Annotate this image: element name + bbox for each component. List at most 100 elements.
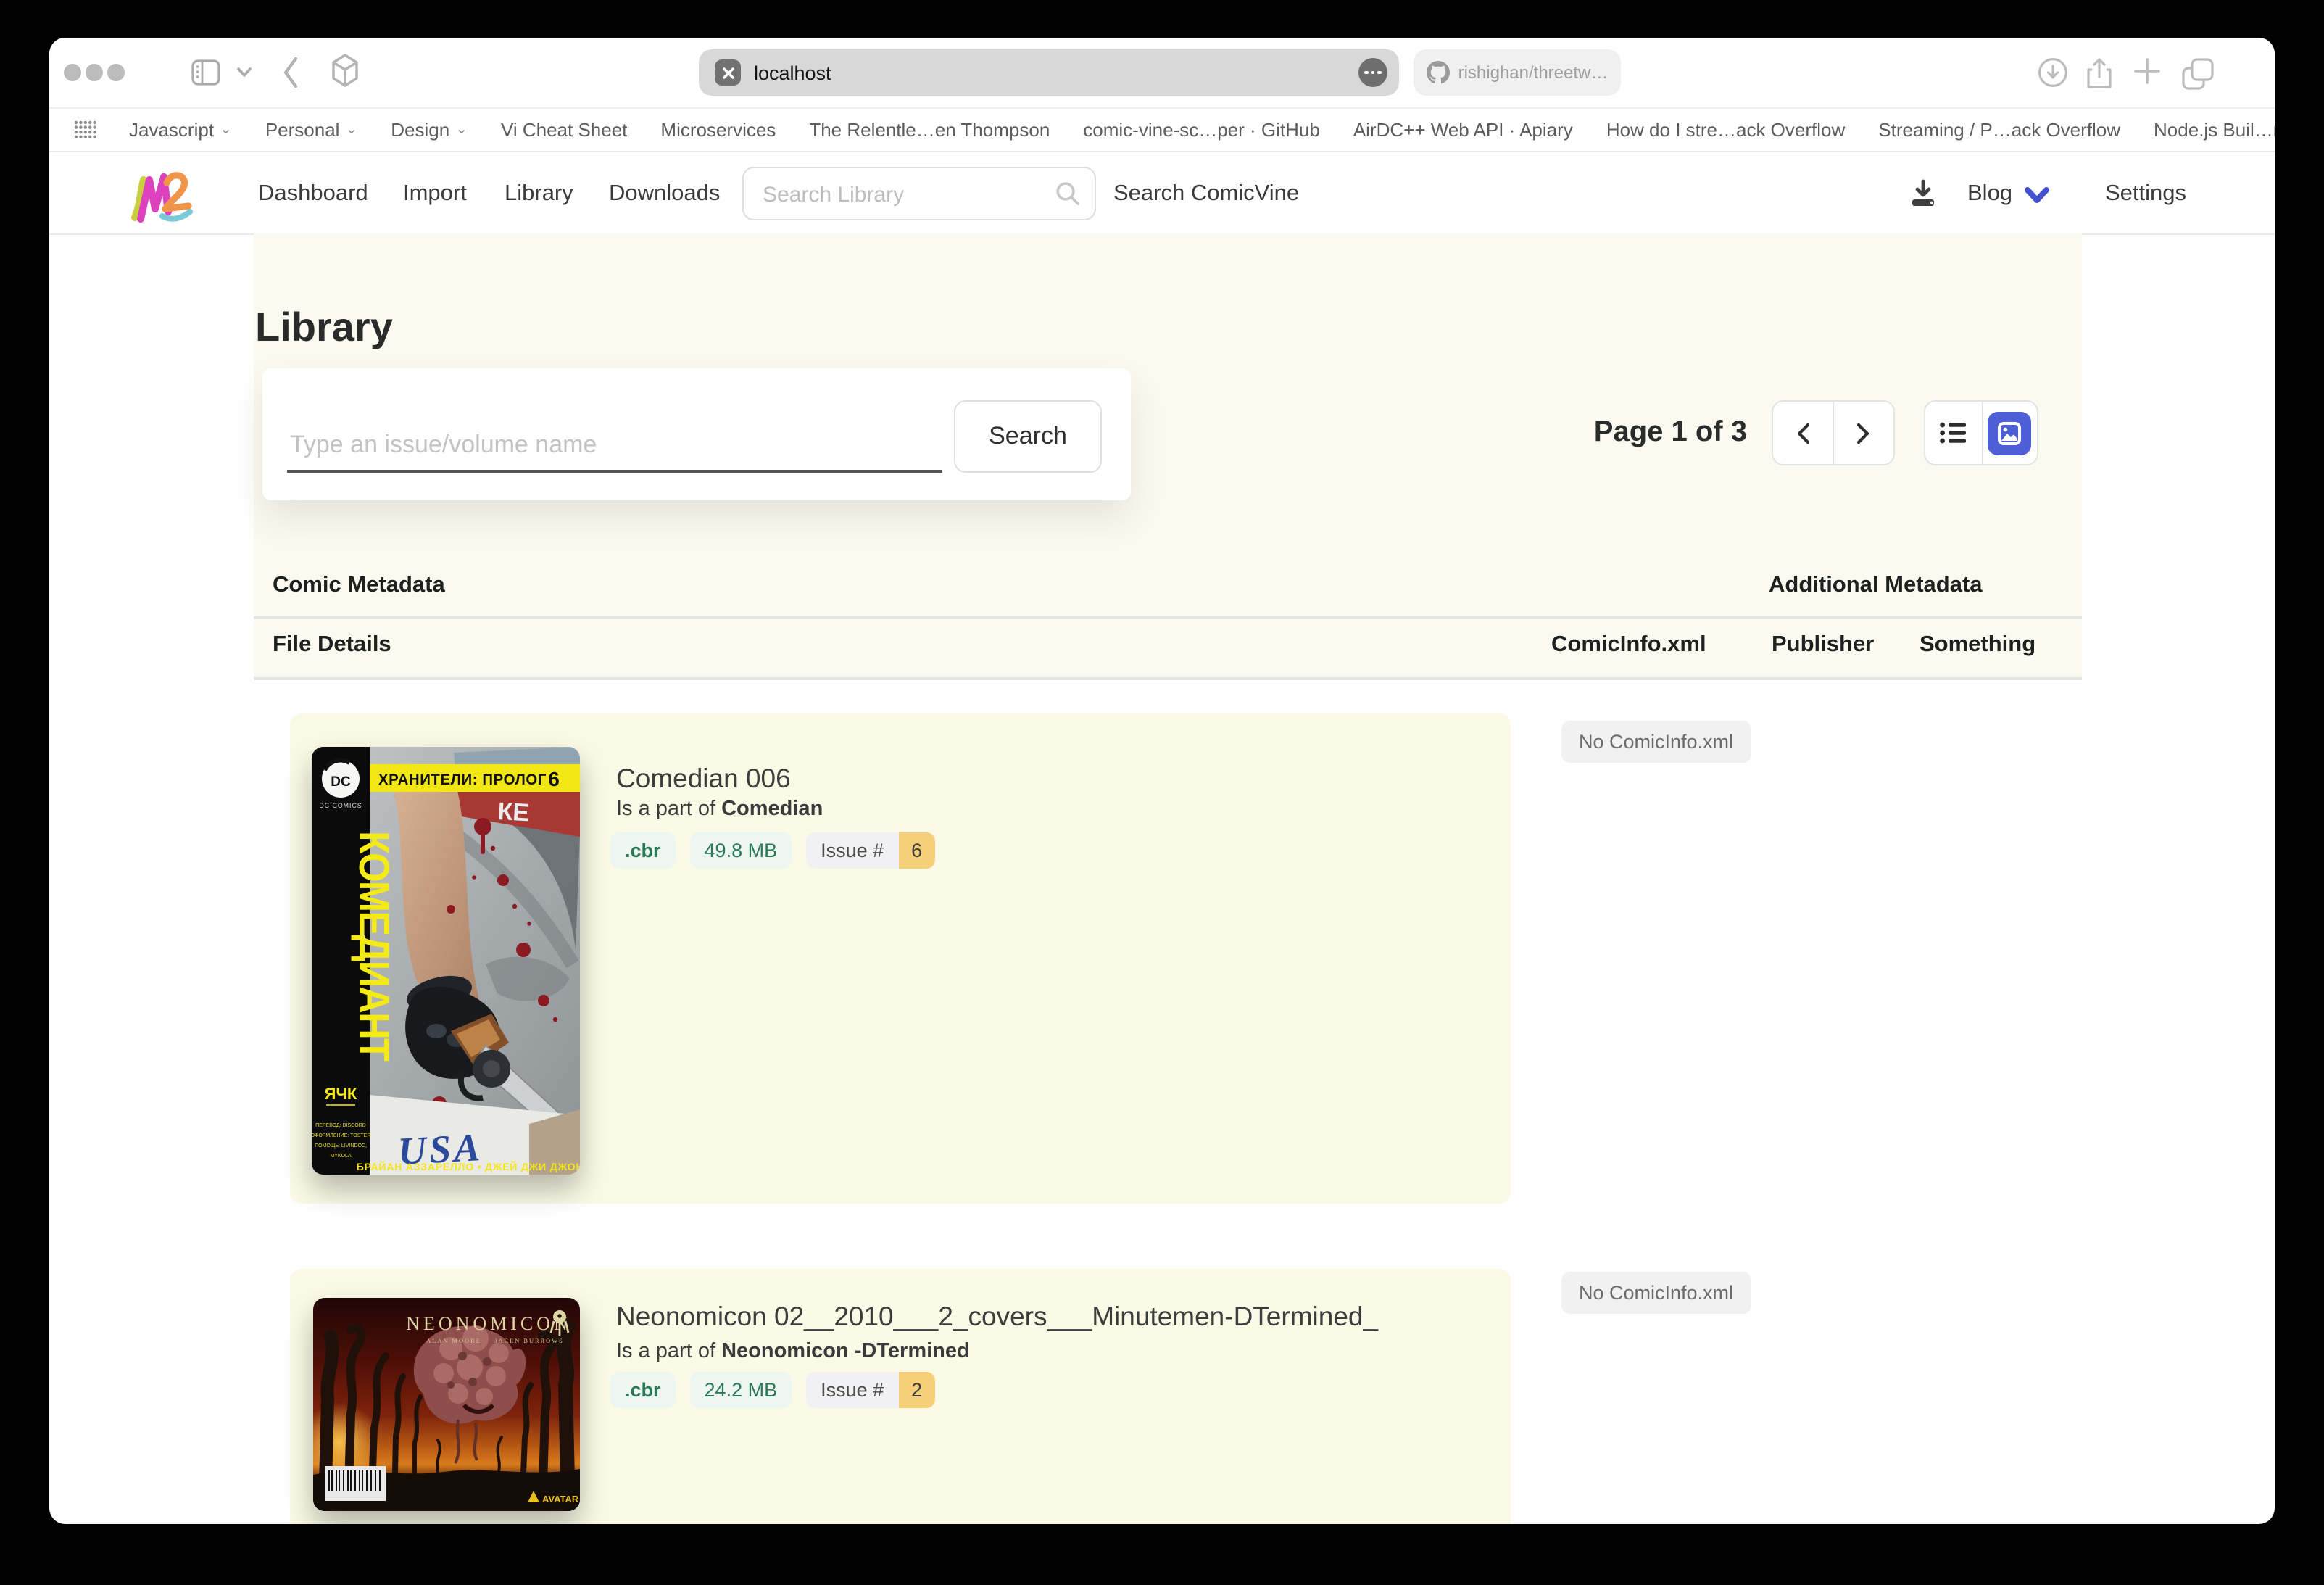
library-quick-search[interactable] xyxy=(742,167,1096,220)
column-file-details: File Details xyxy=(273,632,391,658)
cover-credit-line: ОФОРМЛЕНИЕ: TOSTER xyxy=(312,1133,370,1138)
blog-chevron-icon[interactable] xyxy=(2024,187,2050,204)
nav-downloads[interactable]: Downloads xyxy=(609,154,720,233)
chevron-left-icon xyxy=(1795,421,1811,444)
nav-dashboard[interactable]: Dashboard xyxy=(258,154,368,233)
library-quick-search-input[interactable] xyxy=(744,168,1055,222)
new-tab-icon[interactable] xyxy=(2133,57,2162,86)
table-divider xyxy=(254,616,2082,619)
comic-title[interactable]: Comedian 006 xyxy=(616,763,791,795)
bookmark-item[interactable]: AirDC++ Web API · Apiary xyxy=(1353,119,1573,141)
file-ext-badge: .cbr xyxy=(610,1372,676,1408)
file-ext-badge: .cbr xyxy=(610,832,676,869)
bookmark-folder-javascript[interactable]: Javascript⌄ xyxy=(129,119,232,141)
comic-series-line: Is a part of Comedian xyxy=(616,798,823,821)
issue-badge: Issue # 2 xyxy=(806,1372,935,1408)
issue-label: Issue # xyxy=(806,832,898,869)
series-prefix: Is a part of xyxy=(616,1340,715,1363)
safari-window: localhost rishighan/threetw… xyxy=(49,38,2275,1524)
bookmarks-bar: Javascript⌄ Personal⌄ Design⌄ Vi Cheat S… xyxy=(49,107,2275,152)
bookmark-item[interactable]: The Relentle…en Thompson xyxy=(809,119,1050,141)
series-prefix: Is a part of xyxy=(616,798,715,821)
nav-library[interactable]: Library xyxy=(505,154,573,233)
chevron-down-icon: ⌄ xyxy=(455,122,468,138)
cover-banner-title: ХРАНИТЕЛИ: ПРОЛОГ xyxy=(378,771,547,788)
column-comicinfo: ComicInfo.xml xyxy=(1551,632,1706,658)
cover-credit-line: ПОМОЩЬ: LIVINDOC, xyxy=(315,1143,367,1149)
cover-dc-logo-text: DC xyxy=(331,774,351,790)
view-toggle-group xyxy=(1924,400,2038,465)
nav-search-comicvine[interactable]: Search ComicVine xyxy=(1113,154,1299,233)
back-button-icon[interactable] xyxy=(281,55,299,90)
bookmark-item[interactable]: Vi Cheat Sheet xyxy=(501,119,627,141)
github-icon xyxy=(1427,61,1450,84)
bookmark-item[interactable]: comic-vine-sc…per · GitHub xyxy=(1083,119,1320,141)
address-bar[interactable]: localhost xyxy=(699,49,1399,96)
bookmarks-grid-icon[interactable] xyxy=(74,120,96,139)
gallery-view-selected xyxy=(1988,411,2032,455)
background-tab-github[interactable]: rishighan/threetw… xyxy=(1414,49,1621,96)
cover-title-text: NEONOMICON xyxy=(406,1313,571,1334)
comic-badges: .cbr 24.2 MB Issue # 2 xyxy=(610,1372,935,1408)
traffic-close-button[interactable] xyxy=(64,64,81,81)
series-name[interactable]: Neonomicon -DTermined xyxy=(721,1340,970,1363)
series-name[interactable]: Comedian xyxy=(721,798,823,821)
chevron-down-icon: ⌄ xyxy=(220,122,232,138)
file-size-badge: 49.8 MB xyxy=(690,832,792,869)
cover-group-logo: ЯЧК xyxy=(325,1085,357,1103)
bookmark-item[interactable]: How do I stre…ack Overflow xyxy=(1606,119,1845,141)
gallery-view-button[interactable] xyxy=(1981,402,2037,464)
issue-search-field[interactable] xyxy=(287,418,942,473)
cover-credit-line: MYKOLA xyxy=(330,1154,352,1159)
issue-number: 2 xyxy=(898,1372,935,1408)
pager-group xyxy=(1772,400,1895,465)
box-icon[interactable] xyxy=(326,52,364,93)
comic-title[interactable]: Neonomicon 02__2010___2_covers___Minutem… xyxy=(616,1301,1378,1333)
url-text: localhost xyxy=(754,62,1358,83)
table-divider xyxy=(254,677,2082,680)
share-icon[interactable] xyxy=(2083,57,2115,91)
issue-search-input[interactable] xyxy=(287,418,948,473)
bookmark-item[interactable]: Microservices xyxy=(660,119,776,141)
cover-banner-issue: 6 xyxy=(548,768,560,790)
cover-barcode xyxy=(325,1466,386,1501)
app-navbar: Dashboard Import Library Downloads Searc… xyxy=(49,154,2275,235)
chevron-right-icon xyxy=(1856,421,1872,444)
cover-spine-title: КОМЕДИАНТ xyxy=(350,831,397,1061)
traffic-zoom-button[interactable] xyxy=(107,64,125,81)
tab-overview-icon[interactable] xyxy=(2180,57,2215,91)
nav-import[interactable]: Import xyxy=(403,154,467,233)
next-page-button[interactable] xyxy=(1833,402,1893,464)
comic-series-line: Is a part of Neonomicon -DTermined xyxy=(616,1340,970,1363)
more-options-icon[interactable] xyxy=(1358,58,1387,87)
issue-badge: Issue # 6 xyxy=(806,832,935,869)
list-view-button[interactable] xyxy=(1925,402,1981,464)
library-search-card: Search xyxy=(262,368,1131,500)
search-button[interactable]: Search xyxy=(954,400,1102,473)
sidebar-toggle-icon[interactable] xyxy=(191,59,220,86)
nav-blog[interactable]: Blog xyxy=(1967,154,2012,233)
pagination-label: Page 1 of 3 xyxy=(1594,416,1747,450)
column-group-comic-metadata: Comic Metadata xyxy=(273,573,445,599)
comic-cover-neonomicon[interactable]: NEONOMICON ALAN MOORE JACEN BURROWS AVAT… xyxy=(313,1298,580,1511)
prev-page-button[interactable] xyxy=(1773,402,1833,464)
traffic-minimize-button[interactable] xyxy=(86,64,103,81)
clear-url-icon[interactable] xyxy=(715,59,741,86)
cover-avatar-logo: AVATAR xyxy=(542,1494,579,1505)
comic-badges: .cbr 49.8 MB Issue # 6 xyxy=(610,832,935,869)
app-logo[interactable] xyxy=(128,164,194,225)
bookmark-item[interactable]: Node.js Buil…nder Samatov xyxy=(2154,119,2275,141)
bookmark-folder-design[interactable]: Design⌄ xyxy=(391,119,468,141)
sidebar-chevron-icon[interactable] xyxy=(236,67,252,78)
downloads-icon[interactable] xyxy=(2037,57,2069,88)
search-icon xyxy=(1055,181,1080,206)
column-something: Something xyxy=(1920,632,2035,658)
issue-number: 6 xyxy=(898,832,935,869)
downloads-tray-icon[interactable] xyxy=(1908,178,1938,209)
bookmark-folder-personal[interactable]: Personal⌄ xyxy=(265,119,357,141)
bookmark-item[interactable]: Streaming / P…ack Overflow xyxy=(1878,119,2120,141)
comic-cover-comedian[interactable]: КЕ USA xyxy=(312,747,580,1175)
cover-publisher-text: DC COMICS xyxy=(319,802,362,809)
page-title: Library xyxy=(255,305,393,351)
nav-settings[interactable]: Settings xyxy=(2105,154,2186,233)
